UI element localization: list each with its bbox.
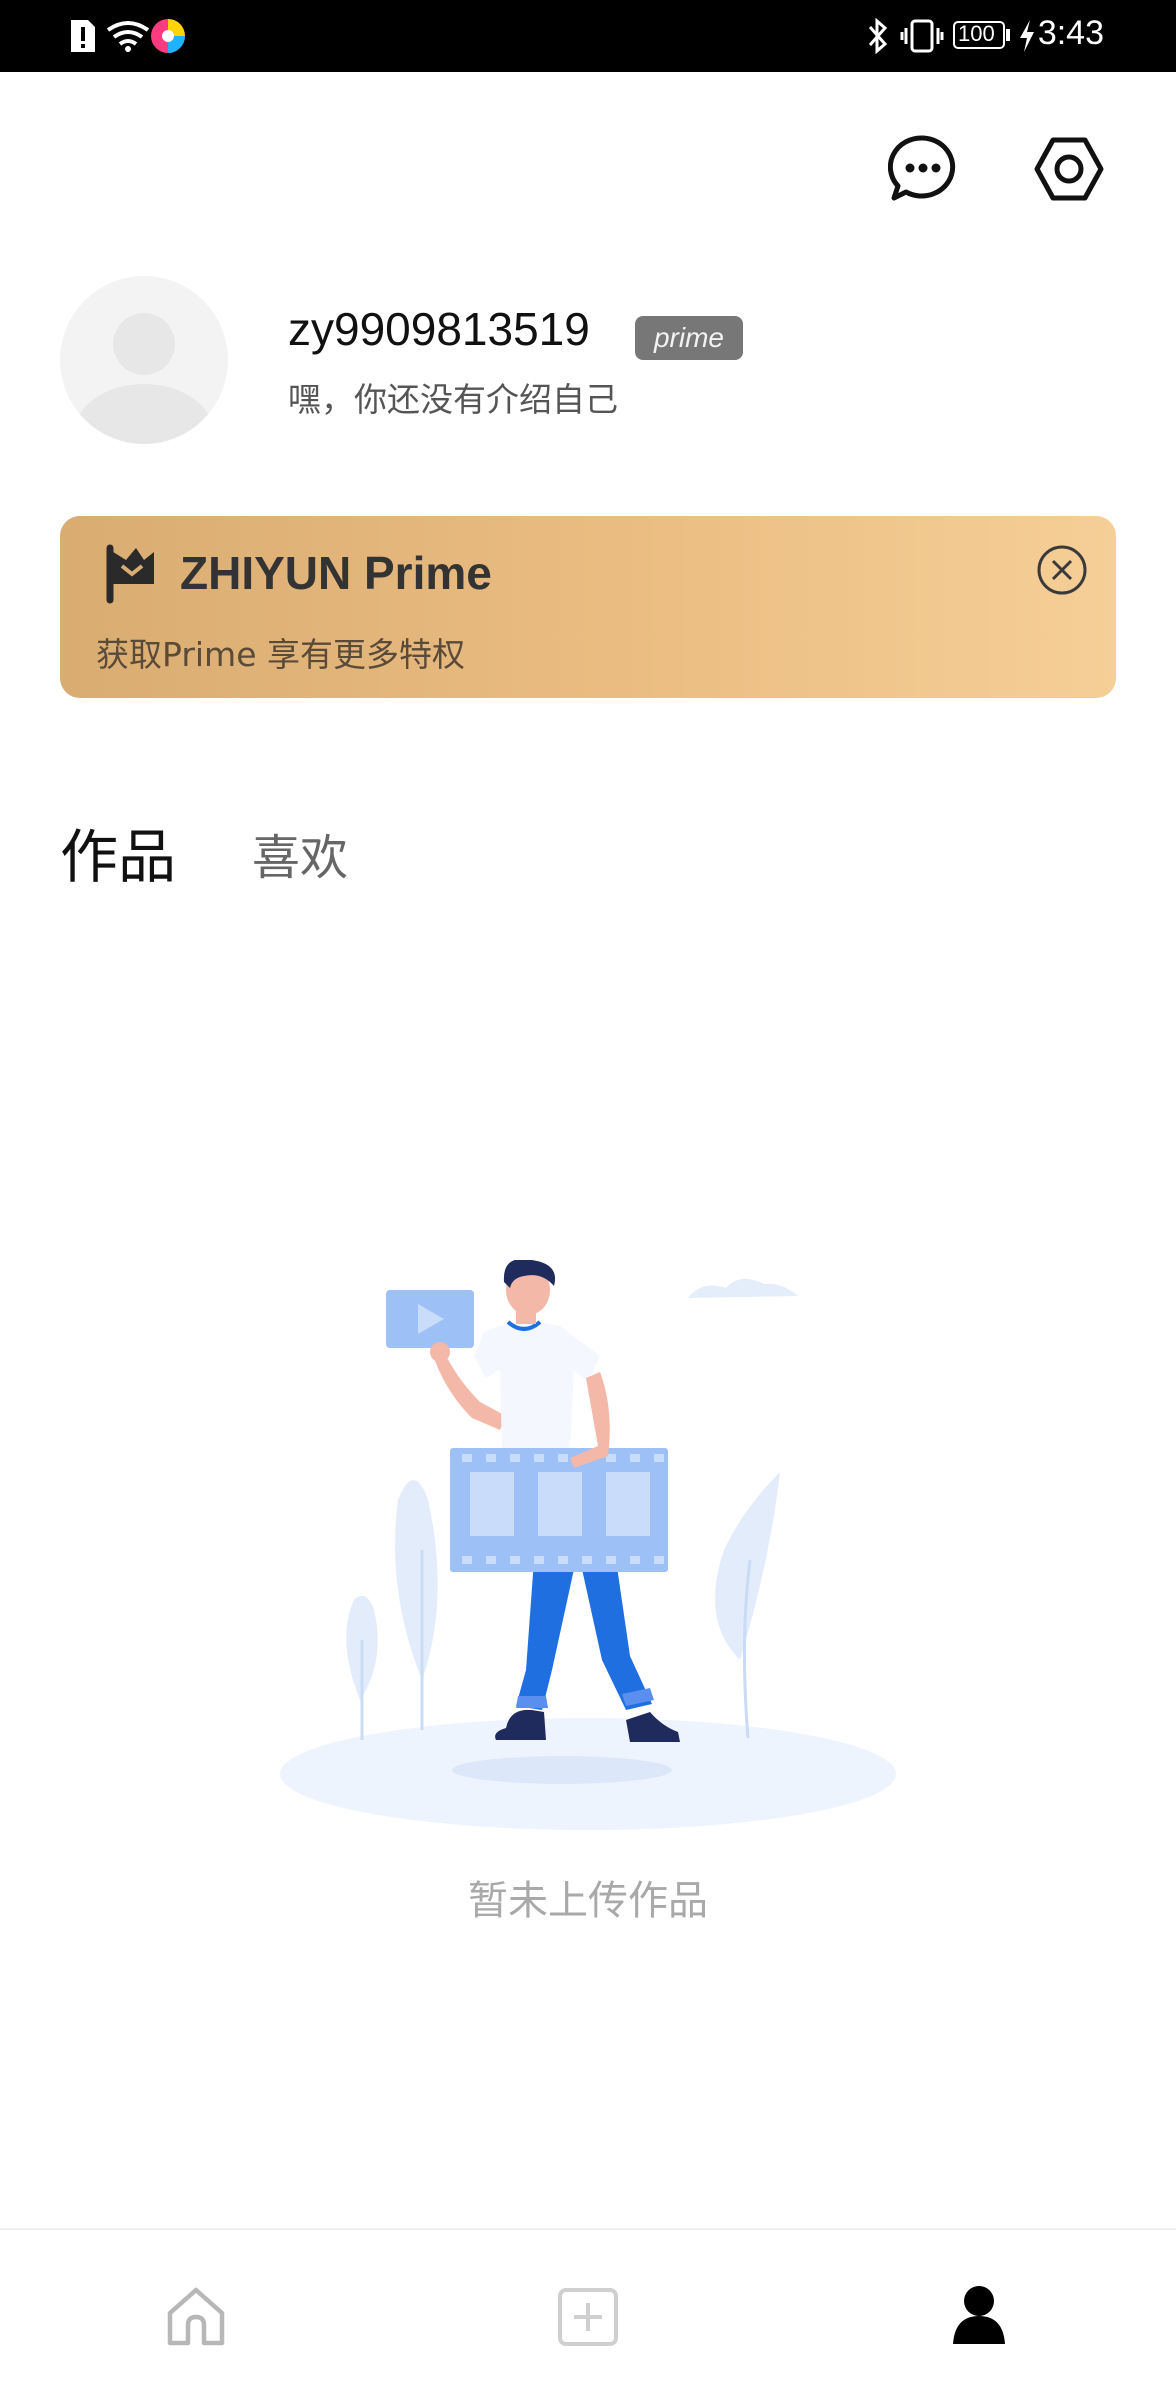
settings-icon[interactable] bbox=[1034, 134, 1104, 204]
message-icon[interactable] bbox=[888, 134, 958, 204]
status-time: 3:43 bbox=[1037, 14, 1104, 52]
banner-title: ZHIYUN Prime bbox=[180, 547, 492, 599]
prime-badge: prime bbox=[635, 316, 743, 360]
battery-level: 100 bbox=[958, 21, 995, 46]
profile-icon[interactable] bbox=[952, 2284, 1006, 2346]
close-icon[interactable] bbox=[1036, 544, 1088, 596]
sim-alert-icon bbox=[71, 20, 95, 52]
home-icon[interactable] bbox=[164, 2285, 228, 2349]
tab-works[interactable]: 作品 bbox=[60, 810, 176, 894]
charging-icon bbox=[1020, 20, 1034, 52]
avatar[interactable] bbox=[60, 276, 228, 444]
app-color-icon bbox=[151, 19, 185, 53]
empty-state-message: 暂未上传作品 bbox=[468, 1878, 708, 1924]
status-bar: 100 3:43 bbox=[0, 0, 1176, 72]
add-icon[interactable] bbox=[556, 2286, 620, 2348]
prime-flag-icon bbox=[106, 544, 154, 604]
prime-banner[interactable]: ZHIYUN Prime 获取Prime 享有更多特权 bbox=[60, 516, 1116, 698]
tab-likes[interactable]: 喜欢 bbox=[252, 818, 348, 888]
bluetooth-icon bbox=[868, 18, 888, 54]
profile-bio[interactable]: 嘿，你还没有介绍自己 bbox=[288, 373, 618, 421]
bottom-nav bbox=[0, 2230, 1176, 2400]
banner-subtitle: 获取Prime 享有更多特权 bbox=[96, 635, 465, 674]
username: zy9909813519 bbox=[288, 303, 590, 355]
vibrate-icon bbox=[900, 19, 944, 53]
empty-state-illustration bbox=[280, 1260, 896, 1830]
wifi-icon bbox=[106, 21, 150, 52]
